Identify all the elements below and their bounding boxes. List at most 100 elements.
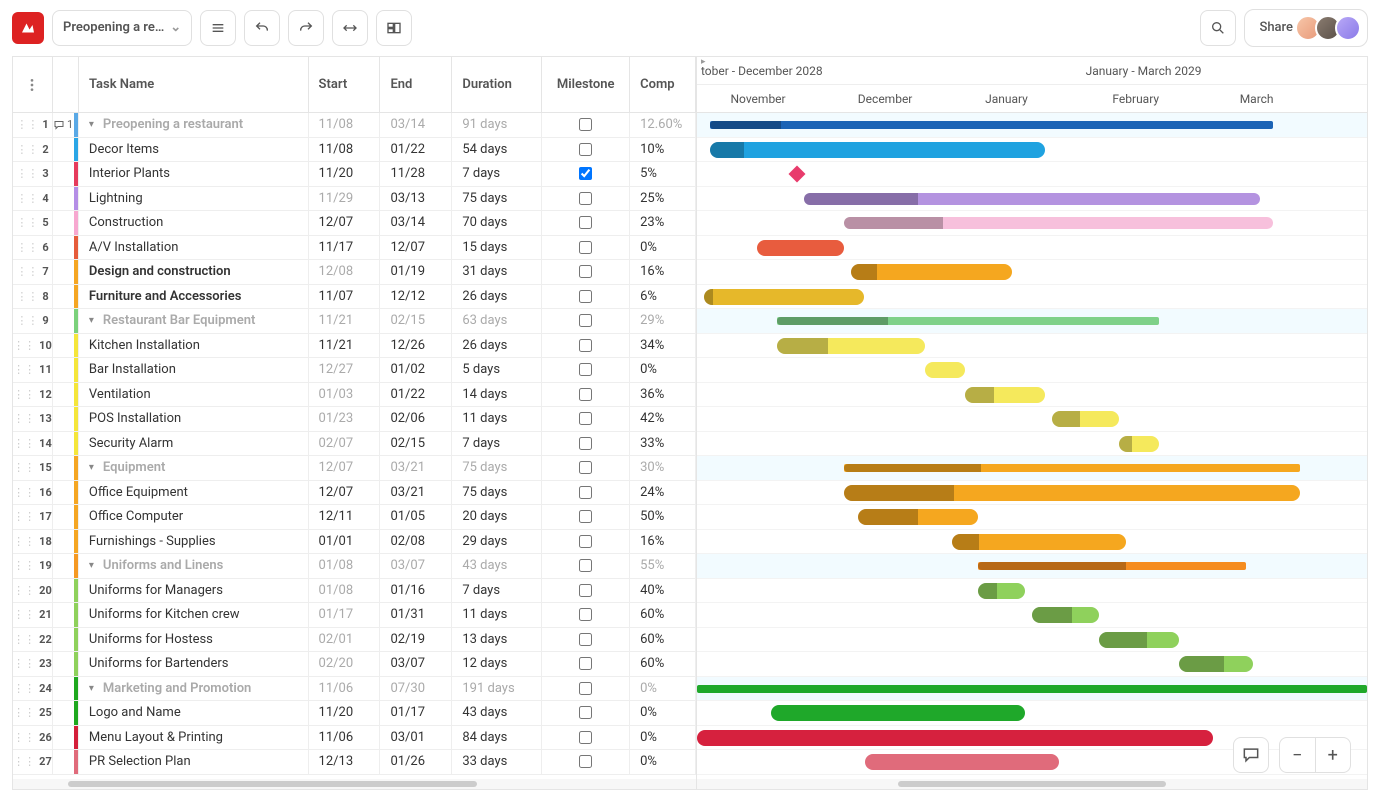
gantt-bar[interactable] [844, 464, 1300, 472]
gantt-bar[interactable] [710, 121, 1273, 129]
gantt-bar[interactable] [925, 362, 965, 378]
gantt-bar[interactable] [952, 534, 1126, 550]
task-name-cell[interactable]: Lightning [79, 187, 309, 211]
row-drag-handle[interactable]: ⋮⋮6 [13, 236, 53, 260]
start-cell[interactable]: 12/11 [309, 505, 381, 529]
milestone-checkbox[interactable] [579, 216, 592, 229]
gantt-bar[interactable] [777, 317, 1159, 325]
milestone-checkbox[interactable] [579, 657, 592, 670]
start-cell[interactable]: 01/01 [309, 530, 381, 554]
redo-button[interactable] [288, 10, 324, 46]
completed-cell[interactable]: 33% [630, 432, 696, 456]
duration-cell[interactable]: 12 days [452, 652, 542, 676]
row-drag-handle[interactable]: ⋮⋮1 [13, 113, 53, 137]
start-cell[interactable]: 11/29 [309, 187, 381, 211]
table-row[interactable]: ⋮⋮8Furniture and Accessories11/0712/1226… [13, 285, 696, 310]
start-cell[interactable]: 01/08 [309, 554, 381, 578]
task-name-cell[interactable]: Design and construction [79, 260, 309, 284]
milestone-checkbox[interactable] [579, 535, 592, 548]
duration-cell[interactable]: 31 days [452, 260, 542, 284]
table-row[interactable]: ⋮⋮21Uniforms for Kitchen crew01/1701/311… [13, 603, 696, 628]
duration-cell[interactable]: 14 days [452, 383, 542, 407]
gantt-row[interactable] [697, 383, 1367, 408]
duration-cell[interactable]: 91 days [452, 113, 542, 137]
duration-cell[interactable]: 75 days [452, 187, 542, 211]
completed-cell[interactable]: 60% [630, 652, 696, 676]
gantt-row[interactable] [697, 481, 1367, 506]
milestone-checkbox[interactable] [579, 388, 592, 401]
table-row[interactable]: ⋮⋮3Interior Plants11/2011/287 days5% [13, 162, 696, 187]
gantt-bar[interactable] [1099, 632, 1179, 648]
milestone-cell[interactable] [542, 383, 630, 407]
table-row[interactable]: ⋮⋮20Uniforms for Managers01/0801/167 day… [13, 579, 696, 604]
table-row[interactable]: ⋮⋮11Bar Installation12/2701/025 days0% [13, 358, 696, 383]
end-cell[interactable]: 01/26 [380, 750, 452, 774]
gantt-row[interactable] [697, 530, 1367, 555]
milestone-cell[interactable] [542, 236, 630, 260]
start-column-header[interactable]: Start [309, 57, 381, 112]
milestone-cell[interactable] [542, 726, 630, 750]
task-name-cell[interactable]: Interior Plants [79, 162, 309, 186]
milestone-checkbox[interactable] [579, 584, 592, 597]
duration-cell[interactable]: 7 days [452, 162, 542, 186]
end-cell[interactable]: 01/17 [380, 701, 452, 725]
completed-cell[interactable]: 10% [630, 138, 696, 162]
completed-cell[interactable]: 6% [630, 285, 696, 309]
row-drag-handle[interactable]: ⋮⋮14 [13, 432, 53, 456]
gantt-row[interactable] [697, 677, 1367, 702]
table-row[interactable]: ⋮⋮25Logo and Name11/2001/1743 days0% [13, 701, 696, 726]
duration-cell[interactable]: 11 days [452, 407, 542, 431]
task-name-cell[interactable]: ▾Marketing and Promotion [79, 677, 309, 701]
gantt-row[interactable] [697, 701, 1367, 726]
gantt-row[interactable] [697, 113, 1367, 138]
gantt-bar[interactable] [844, 217, 1273, 229]
milestone-cell[interactable] [542, 456, 630, 480]
start-cell[interactable]: 11/06 [309, 726, 381, 750]
milestone-cell[interactable] [542, 162, 630, 186]
gantt-bar[interactable] [858, 509, 979, 525]
task-name-cell[interactable]: PR Selection Plan [79, 750, 309, 774]
gantt-row[interactable] [697, 285, 1367, 310]
task-name-cell[interactable]: Menu Layout & Printing [79, 726, 309, 750]
gantt-bar[interactable] [978, 583, 1025, 599]
task-name-cell[interactable]: ▾Restaurant Bar Equipment [79, 309, 309, 333]
task-name-cell[interactable]: Uniforms for Bartenders [79, 652, 309, 676]
duration-cell[interactable]: 63 days [452, 309, 542, 333]
end-cell[interactable]: 01/05 [380, 505, 452, 529]
milestone-checkbox[interactable] [579, 486, 592, 499]
end-cell[interactable]: 01/19 [380, 260, 452, 284]
end-cell[interactable]: 01/31 [380, 603, 452, 627]
completed-cell[interactable]: 34% [630, 334, 696, 358]
start-cell[interactable]: 12/13 [309, 750, 381, 774]
start-cell[interactable]: 11/06 [309, 677, 381, 701]
end-cell[interactable]: 02/06 [380, 407, 452, 431]
duration-cell[interactable]: 43 days [452, 554, 542, 578]
milestone-checkbox[interactable] [579, 339, 592, 352]
start-cell[interactable]: 12/07 [309, 456, 381, 480]
completed-cell[interactable]: 60% [630, 628, 696, 652]
row-drag-handle[interactable]: ⋮⋮26 [13, 726, 53, 750]
table-row[interactable]: ⋮⋮12Ventilation01/0301/2214 days36% [13, 383, 696, 408]
row-drag-handle[interactable]: ⋮⋮13 [13, 407, 53, 431]
task-name-cell[interactable]: POS Installation [79, 407, 309, 431]
collapse-toggle[interactable]: ▾ [89, 560, 99, 571]
completed-column-header[interactable]: Comp [630, 57, 696, 112]
gantt-body[interactable] [697, 113, 1367, 779]
duration-cell[interactable]: 26 days [452, 334, 542, 358]
start-cell[interactable]: 12/27 [309, 358, 381, 382]
start-cell[interactable]: 11/07 [309, 285, 381, 309]
milestone-cell[interactable] [542, 701, 630, 725]
zoom-out-button[interactable]: − [1280, 738, 1316, 772]
table-row[interactable]: ⋮⋮13POS Installation01/2302/0611 days42% [13, 407, 696, 432]
duration-cell[interactable]: 11 days [452, 603, 542, 627]
undo-button[interactable] [244, 10, 280, 46]
gantt-bar[interactable] [704, 289, 865, 305]
column-menu-button[interactable] [13, 57, 53, 112]
row-drag-handle[interactable]: ⋮⋮16 [13, 481, 53, 505]
gantt-row[interactable] [697, 309, 1367, 334]
start-cell[interactable]: 02/07 [309, 432, 381, 456]
end-cell[interactable]: 03/13 [380, 187, 452, 211]
end-cell[interactable]: 01/02 [380, 358, 452, 382]
table-row[interactable]: ⋮⋮11▾Preopening a restaurant11/0803/1491… [13, 113, 696, 138]
table-row[interactable]: ⋮⋮7Design and construction12/0801/1931 d… [13, 260, 696, 285]
